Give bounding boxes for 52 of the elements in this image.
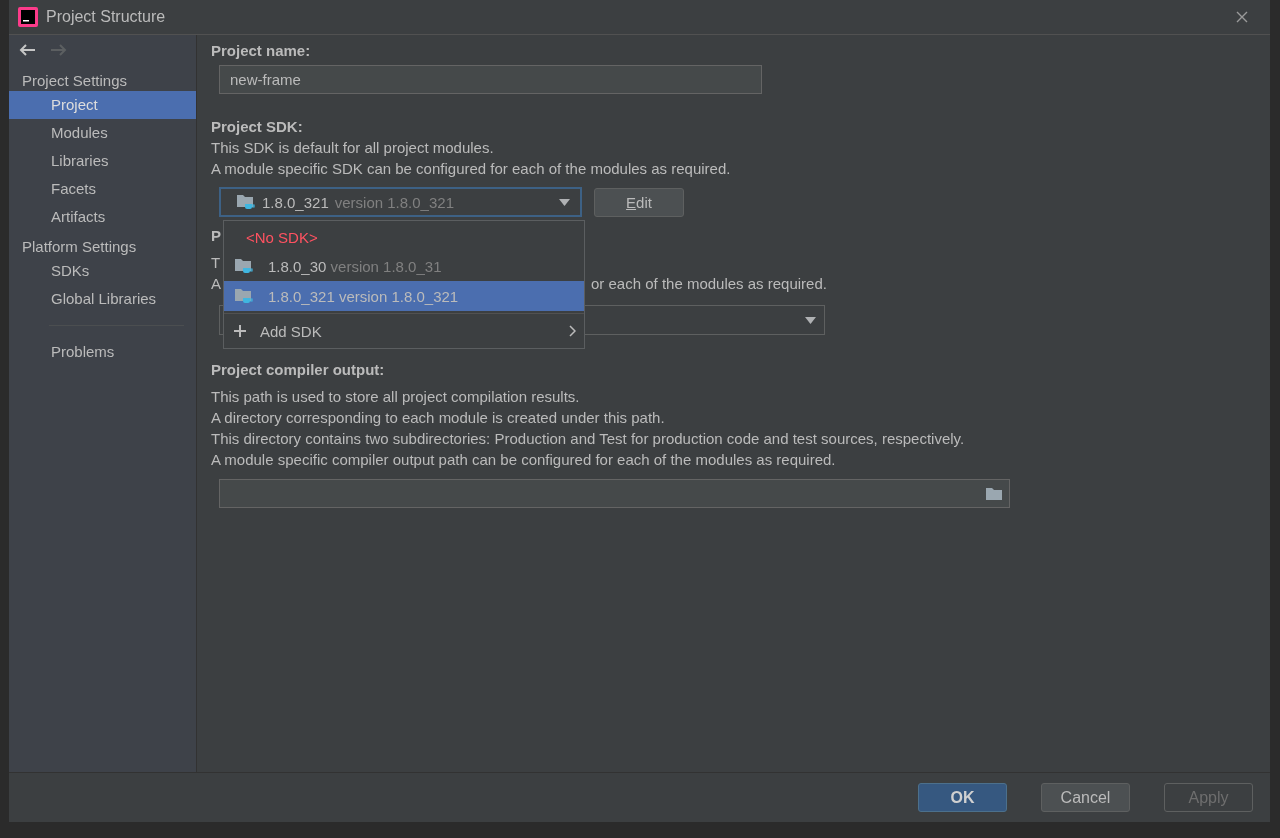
sidebar-item[interactable]: Project: [9, 91, 196, 119]
description-text: T: [211, 253, 221, 273]
chevron-right-icon: [569, 325, 576, 337]
folder-icon[interactable]: [985, 486, 1003, 501]
project-name-field[interactable]: new-frame: [219, 65, 762, 94]
sidebar-item[interactable]: SDKs: [9, 257, 196, 285]
close-button[interactable]: [1234, 9, 1250, 25]
plus-icon: [234, 325, 246, 337]
menu-item-label: Add SDK: [260, 322, 322, 340]
description-text: A module specific compiler output path can be configured for each of the modules as required.: [211, 450, 836, 470]
description-text: This path is used to store all project compilation results.: [211, 387, 580, 407]
sidebar-item[interactable]: Modules: [9, 119, 196, 147]
sidebar-item[interactable]: Artifacts: [9, 203, 196, 231]
sidebar-item[interactable]: Facets: [9, 175, 196, 203]
back-arrow-icon: [19, 42, 36, 58]
description-text: A: [211, 274, 221, 294]
forward-arrow-icon: [50, 42, 67, 58]
description-text: This SDK is default for all project modules.: [211, 138, 494, 158]
sdk-menu-item[interactable]: 1.8.0_321 version 1.8.0_321: [224, 281, 584, 311]
field-label: Project SDK:: [211, 117, 303, 137]
window-title: Project Structure: [46, 8, 166, 26]
sdk-menu-item[interactable]: 1.8.0_30 version 1.8.0_31: [224, 251, 584, 281]
dialog-button[interactable]: OK: [918, 783, 1007, 812]
field-label: Project name:: [211, 41, 311, 61]
section-header: Platform Settings: [21, 237, 138, 257]
field-label: P: [211, 226, 221, 246]
caret-icon: [559, 198, 570, 206]
add-sdk-menu-item[interactable]: Add SDK: [224, 313, 584, 348]
field-label: Project compiler output:: [211, 360, 385, 380]
section-header: Project Settings: [21, 71, 129, 91]
sidebar-item[interactable]: Libraries: [9, 147, 196, 175]
close-icon: [1236, 11, 1248, 23]
folder-cup-icon: [236, 193, 256, 211]
sidebar-item[interactable]: Global Libraries: [9, 285, 196, 313]
description-text: A directory corresponding to each module is created under this path.: [211, 408, 665, 428]
menu-item[interactable]: <No SDK>: [224, 223, 584, 251]
sdk-name: 1.8.0_321: [262, 193, 329, 211]
caret-icon: [805, 316, 816, 324]
folder-cup-icon: [234, 257, 254, 275]
description-text: A module specific SDK can be configured for each of the modules as required.: [211, 159, 731, 179]
description-text: This directory contains two subdirectories: Production and Test for production code and test sources, respectively.: [211, 429, 965, 449]
output-path-field[interactable]: [219, 479, 1010, 508]
edit-button[interactable]: Edit: [594, 187, 684, 217]
description-text: or each of the modules as required.: [591, 274, 827, 294]
sdk-version: version 1.8.0_321: [334, 193, 454, 211]
folder-cup-icon: [234, 287, 254, 305]
sdk-dropdown[interactable]: 1.8.0_321 version 1.8.0_321: [219, 187, 582, 217]
dialog-button[interactable]: Cancel: [1041, 783, 1130, 812]
sidebar-item[interactable]: Problems: [9, 338, 196, 366]
app-logo-icon: [18, 7, 38, 27]
sdk-label: 1.8.0_30 version 1.8.0_31: [268, 257, 442, 275]
sdk-label: 1.8.0_321 version 1.8.0_321: [268, 287, 459, 305]
